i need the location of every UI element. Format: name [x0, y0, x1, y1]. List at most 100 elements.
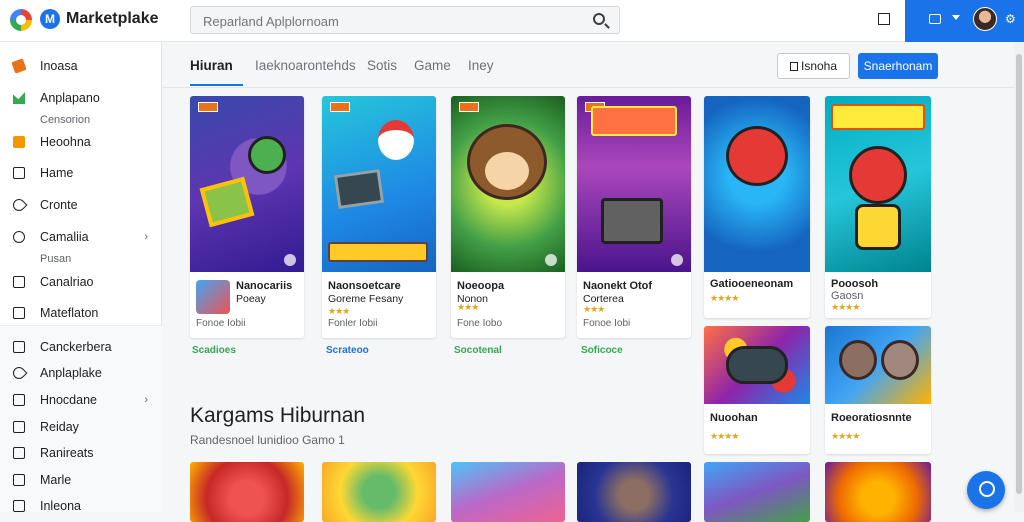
- card-tag[interactable]: Soficoce: [581, 345, 623, 356]
- search-input[interactable]: [203, 12, 583, 30]
- sidebar-subitem[interactable]: Pusan: [40, 253, 71, 265]
- pen-icon: [10, 364, 28, 382]
- tab-5[interactable]: Iney: [468, 58, 494, 73]
- tab-game[interactable]: Game: [414, 58, 451, 73]
- sidebar-item-14[interactable]: Marle: [0, 468, 162, 494]
- sidebar-item-5[interactable]: Cronte: [0, 193, 162, 219]
- game-artwork[interactable]: [825, 462, 931, 522]
- chat-fab-button[interactable]: [967, 471, 1005, 509]
- tab-3[interactable]: Sotis: [367, 58, 397, 73]
- edit-icon: [13, 474, 25, 486]
- chevron-right-icon[interactable]: ›: [144, 394, 148, 406]
- game-artwork[interactable]: [190, 462, 304, 522]
- chevron-right-icon[interactable]: ›: [144, 231, 148, 243]
- body-icon: [855, 204, 901, 250]
- monkey-icon: [881, 340, 919, 380]
- grid-icon: [13, 341, 25, 353]
- secondary-button[interactable]: Isnoha: [777, 53, 850, 79]
- search-bar[interactable]: [190, 6, 620, 34]
- pen-icon: [10, 196, 28, 214]
- card-tag[interactable]: Socotenal: [454, 345, 502, 356]
- sidebar-item-9[interactable]: Canckerbera: [0, 335, 162, 361]
- sidebar-item-6[interactable]: Camaliia ›: [0, 225, 162, 251]
- chart-line-icon: [13, 394, 25, 406]
- computer-icon: [333, 168, 385, 210]
- tabs-divider: [163, 87, 1014, 88]
- badge-icon: [198, 102, 218, 112]
- game-artwork[interactable]: [577, 462, 691, 522]
- game-artwork[interactable]: [322, 96, 436, 272]
- tab-hiuran[interactable]: Hiuran: [190, 58, 233, 73]
- card-info: Noeoopa Nonon ★★★ Fone Iobo: [451, 272, 565, 338]
- sidebar-item-4[interactable]: Hame: [0, 161, 162, 187]
- sidebar-item-1[interactable]: Inoasa: [0, 54, 162, 80]
- sidebar-item-3[interactable]: Heoohna: [0, 130, 162, 156]
- game-artwork[interactable]: [451, 96, 565, 272]
- game-card[interactable]: Naonekt Otof Corterea ★★★ Fonoe Iobi: [577, 96, 691, 338]
- sidebar-item-7[interactable]: Canalriao: [0, 270, 162, 296]
- sidebar-item-8[interactable]: Mateflaton: [0, 301, 162, 327]
- circle-icon: [13, 231, 25, 243]
- game-card[interactable]: Nanocariis Poeay Fonoe Iobii: [190, 96, 304, 338]
- expand-icon[interactable]: [545, 254, 557, 266]
- game-artwork[interactable]: [704, 96, 810, 272]
- primary-button[interactable]: Snaerhonam: [858, 53, 938, 79]
- app-thumbnail[interactable]: [196, 280, 230, 314]
- game-artwork[interactable]: [577, 96, 691, 272]
- settings-icon[interactable]: ⚙: [1005, 12, 1016, 26]
- section-title: Kargams Hiburnan: [190, 404, 366, 427]
- game-card[interactable]: Roeoratiosnnte ★★★★: [825, 326, 931, 454]
- card-info: Naonekt Otof Corterea ★★★ Fonoe Iobi: [577, 272, 691, 338]
- card-tag[interactable]: Scrateoo: [326, 345, 369, 356]
- search-icon[interactable]: [593, 13, 605, 25]
- sidebar-item-12[interactable]: Reiday: [0, 415, 162, 441]
- game-artwork[interactable]: [825, 96, 931, 272]
- game-card[interactable]: Noeoopa Nonon ★★★ Fone Iobo: [451, 96, 565, 338]
- sidebar-subitem[interactable]: Censorion: [40, 114, 90, 126]
- game-artwork[interactable]: [704, 462, 810, 522]
- game-artwork[interactable]: [704, 326, 810, 404]
- game-artwork[interactable]: [825, 326, 931, 404]
- card-info: Nanocariis Poeay Fonoe Iobii: [190, 272, 304, 338]
- badge-icon: [459, 102, 479, 112]
- scrollbar[interactable]: [1014, 42, 1024, 512]
- bear-face-icon: [485, 152, 529, 190]
- notifications-icon[interactable]: [929, 14, 941, 24]
- sidebar-item-15[interactable]: Inleona: [0, 494, 162, 520]
- expand-icon[interactable]: [671, 254, 683, 266]
- scrollbar-thumb[interactable]: [1016, 54, 1022, 494]
- game-artwork[interactable]: [322, 462, 436, 522]
- square-icon: [13, 167, 25, 179]
- expand-icon[interactable]: [284, 254, 296, 266]
- section-subtitle: Randesnoel lunidioo Gamo 1: [190, 433, 345, 447]
- game-card[interactable]: Nuoohan ★★★★: [704, 326, 810, 454]
- window-icon: [13, 276, 25, 288]
- game-artwork[interactable]: [451, 462, 565, 522]
- top-bar: M Marketplake ⚙: [0, 0, 1024, 42]
- game-card[interactable]: Naonsoetcare Goreme Fesany ★★★ Fonler Io…: [322, 96, 436, 338]
- document-icon: [13, 447, 25, 459]
- sidebar-item-11[interactable]: Hnocdane ›: [0, 388, 162, 414]
- character-icon: [726, 126, 788, 186]
- avatar[interactable]: [973, 7, 997, 31]
- card-info: Naonsoetcare Goreme Fesany ★★★ Fonler Io…: [322, 272, 436, 338]
- chevron-down-icon[interactable]: [952, 15, 960, 20]
- card-tag[interactable]: Scadioes: [192, 345, 236, 356]
- tab-2[interactable]: Iaeknoarontehds: [255, 58, 356, 73]
- marketplace-logo-icon[interactable]: M: [40, 9, 60, 29]
- title-banner: [831, 104, 925, 130]
- sidebar-item-13[interactable]: Ranireats: [0, 441, 162, 467]
- app-brand[interactable]: Marketplake: [66, 10, 159, 28]
- sidebar-item-10[interactable]: Anplaplake: [0, 361, 162, 387]
- document-icon: [789, 62, 798, 71]
- window-icon[interactable]: [878, 13, 890, 25]
- sidebar-item-2[interactable]: Anplapano: [0, 86, 162, 112]
- title-banner: [591, 106, 677, 136]
- list-icon: [13, 307, 25, 319]
- game-artwork[interactable]: [190, 96, 304, 272]
- google-logo-icon[interactable]: [10, 9, 32, 31]
- game-card[interactable]: Pooosoh Gaosn ★★★★: [825, 96, 931, 318]
- active-tab-indicator: [190, 84, 243, 86]
- logo-banner: [328, 242, 428, 262]
- game-card[interactable]: Gatiooeneonam ★★★★: [704, 96, 810, 318]
